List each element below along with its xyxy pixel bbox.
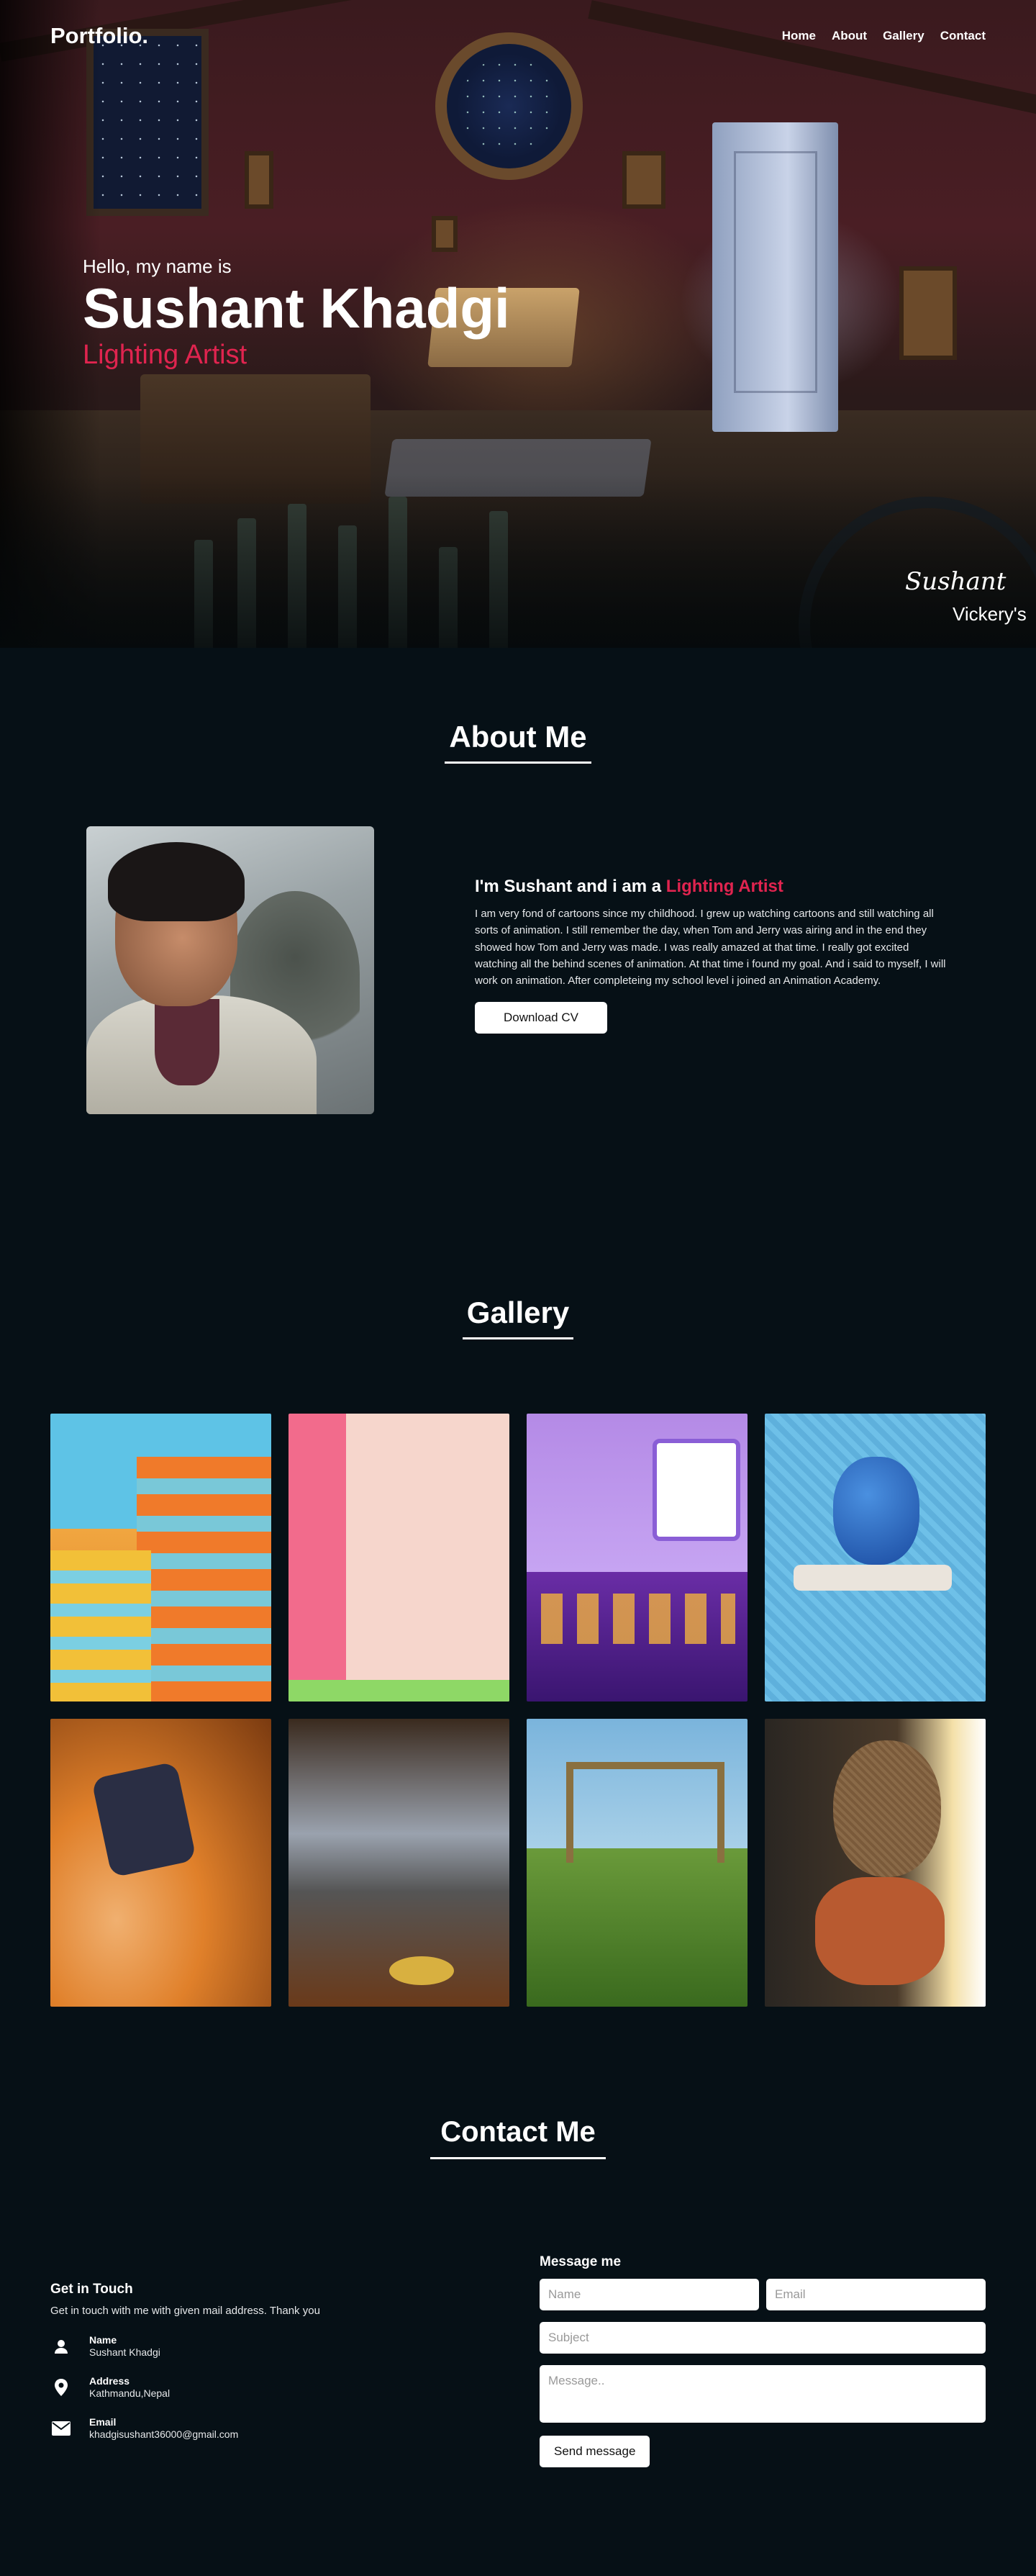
subject-input[interactable] — [540, 2322, 986, 2354]
nav-link-gallery[interactable]: Gallery — [883, 29, 924, 43]
hero-text: Hello, my name is Sushant Khadgi Lightin… — [83, 256, 510, 371]
download-cv-button[interactable]: Download CV — [475, 1002, 607, 1034]
gallery-image-pink-room[interactable] — [288, 1414, 509, 1701]
nav-link-home[interactable]: Home — [782, 29, 816, 43]
info-label: Name — [89, 2334, 117, 2346]
gallery-image-kitchen[interactable] — [288, 1719, 509, 2007]
gallery-title-wrap: Gallery — [0, 1296, 1036, 1339]
nav-link-contact[interactable]: Contact — [940, 29, 986, 43]
gallery-title: Gallery — [462, 1296, 574, 1339]
about-heading-prefix: I'm Sushant and i am a — [475, 877, 662, 896]
info-value[interactable]: khadgisushant36000@gmail.com — [89, 2428, 238, 2440]
contact-form: Message me Send message — [540, 2254, 986, 2467]
get-in-touch-title: Get in Touch — [50, 2282, 133, 2297]
message-textarea[interactable] — [540, 2365, 986, 2423]
contact-info-name: Name Sushant Khadgi — [50, 2334, 453, 2358]
location-pin-icon — [50, 2377, 72, 2398]
hero-role: Lighting Artist — [83, 339, 247, 370]
gallery-image-buildings[interactable] — [50, 1414, 271, 1701]
info-value: Kathmandu,Nepal — [89, 2387, 171, 2399]
send-message-button[interactable]: Send message — [540, 2436, 650, 2467]
gallery-image-sack-doll[interactable] — [765, 1719, 986, 2007]
get-in-touch-subtitle: Get in touch with me with given mail add… — [50, 2305, 320, 2317]
contact-title: Contact Me — [430, 2116, 606, 2159]
info-label: Email — [89, 2416, 117, 2428]
name-input[interactable] — [540, 2279, 759, 2310]
wall-frame-image — [245, 151, 273, 209]
info-value: Sushant Khadgi — [89, 2346, 160, 2358]
navbar: Portfolio. Home About Gallery Contact — [0, 0, 1036, 72]
contact-title-wrap: Contact Me — [0, 2116, 1036, 2159]
gallery-image-blue-vase[interactable] — [765, 1414, 986, 1701]
hero-section: Portfolio. Home About Gallery Contact He… — [0, 0, 1036, 648]
signature-subtext: Vickery's — [953, 603, 1027, 625]
gallery-image-orange-bed[interactable] — [50, 1719, 271, 2007]
door-image — [712, 122, 838, 432]
about-section: About Me I'm Sushant and i am a Lighting… — [0, 720, 1036, 1114]
gallery-section: Gallery — [0, 1296, 1036, 2007]
contact-info-email: Email khadgisushant36000@gmail.com — [50, 2416, 453, 2440]
contact-info-address: Address Kathmandu,Nepal — [50, 2375, 453, 2399]
gallery-image-bakery[interactable] — [527, 1414, 748, 1701]
about-text: I'm Sushant and i am a Lighting Artist I… — [475, 877, 950, 1034]
about-heading-accent: Lighting Artist — [665, 877, 783, 896]
gallery-grid — [50, 1414, 986, 2007]
about-heading: I'm Sushant and i am a Lighting Artist — [475, 877, 950, 897]
hero-greeting: Hello, my name is — [83, 256, 232, 277]
wall-frame-image — [622, 151, 665, 209]
envelope-icon — [50, 2418, 72, 2439]
nav-link-about[interactable]: About — [832, 29, 867, 43]
contact-info: Get in Touch Get in touch with me with g… — [50, 2282, 453, 2440]
gallery-image-bench[interactable] — [527, 1719, 748, 2007]
info-label: Address — [89, 2375, 130, 2387]
wall-frame-image — [899, 266, 957, 360]
contact-section: Contact Me Get in Touch Get in touch wit… — [0, 2116, 1036, 2467]
nav-links: Home About Gallery Contact — [782, 29, 986, 43]
about-title-wrap: About Me — [0, 720, 1036, 764]
hero-name: Sushant Khadgi — [83, 276, 510, 340]
about-title: About Me — [445, 720, 591, 764]
signature-text: Sushant — [905, 567, 1007, 596]
shade-overlay — [0, 475, 1036, 648]
message-me-title: Message me — [540, 2254, 622, 2269]
photo-hair — [108, 842, 245, 921]
wall-frame-image — [432, 216, 458, 252]
name-email-row — [540, 2279, 986, 2310]
email-input[interactable] — [766, 2279, 986, 2310]
logo[interactable]: Portfolio. — [50, 23, 148, 49]
photo-shirt — [155, 999, 219, 1085]
profile-photo — [86, 826, 374, 1114]
about-body: I am very fond of cartoons since my chil… — [475, 908, 946, 987]
user-icon — [50, 2336, 72, 2357]
